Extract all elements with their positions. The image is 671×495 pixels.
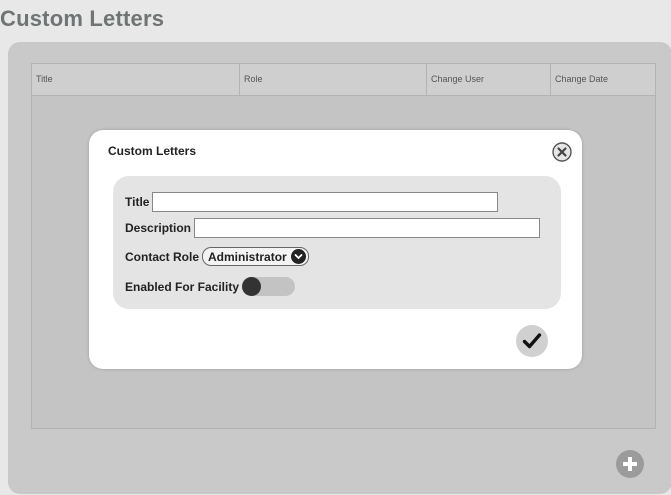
- column-header-title[interactable]: Title: [32, 64, 240, 95]
- title-label: Title: [125, 195, 150, 209]
- confirm-button[interactable]: [516, 325, 548, 357]
- description-input[interactable]: [194, 218, 541, 238]
- contact-role-select[interactable]: Administrator: [202, 247, 309, 266]
- contact-role-label: Contact Role: [125, 249, 200, 264]
- grid-header: Title Role Change User Change Date: [32, 64, 655, 96]
- add-button[interactable]: [616, 450, 644, 478]
- dialog-title: Custom Letters: [108, 144, 197, 158]
- contact-role-row: Contact Role Administrator: [125, 247, 309, 266]
- description-row: Description: [125, 218, 541, 238]
- close-icon[interactable]: [552, 142, 572, 162]
- column-header-change-user[interactable]: Change User: [427, 64, 551, 95]
- title-row: Title: [125, 192, 499, 212]
- enabled-for-facility-toggle[interactable]: [242, 277, 296, 296]
- title-input[interactable]: [152, 192, 499, 212]
- enabled-for-facility-label: Enabled For Facility: [125, 279, 240, 294]
- description-label: Description: [125, 221, 192, 235]
- form-container: Title Description Contact Role Administr…: [113, 176, 561, 309]
- custom-letters-dialog: Custom Letters Title Description Contact…: [89, 130, 582, 369]
- column-header-role[interactable]: Role: [240, 64, 427, 95]
- plus-icon: [623, 457, 637, 471]
- toggle-knob: [242, 277, 262, 296]
- column-header-change-date[interactable]: Change Date: [551, 64, 655, 95]
- contact-role-value: Administrator: [208, 249, 287, 264]
- chevron-down-icon: [290, 249, 306, 264]
- checkmark-icon: [522, 333, 542, 349]
- enabled-row: Enabled For Facility: [125, 277, 296, 296]
- page-title: Custom Letters: [0, 6, 165, 31]
